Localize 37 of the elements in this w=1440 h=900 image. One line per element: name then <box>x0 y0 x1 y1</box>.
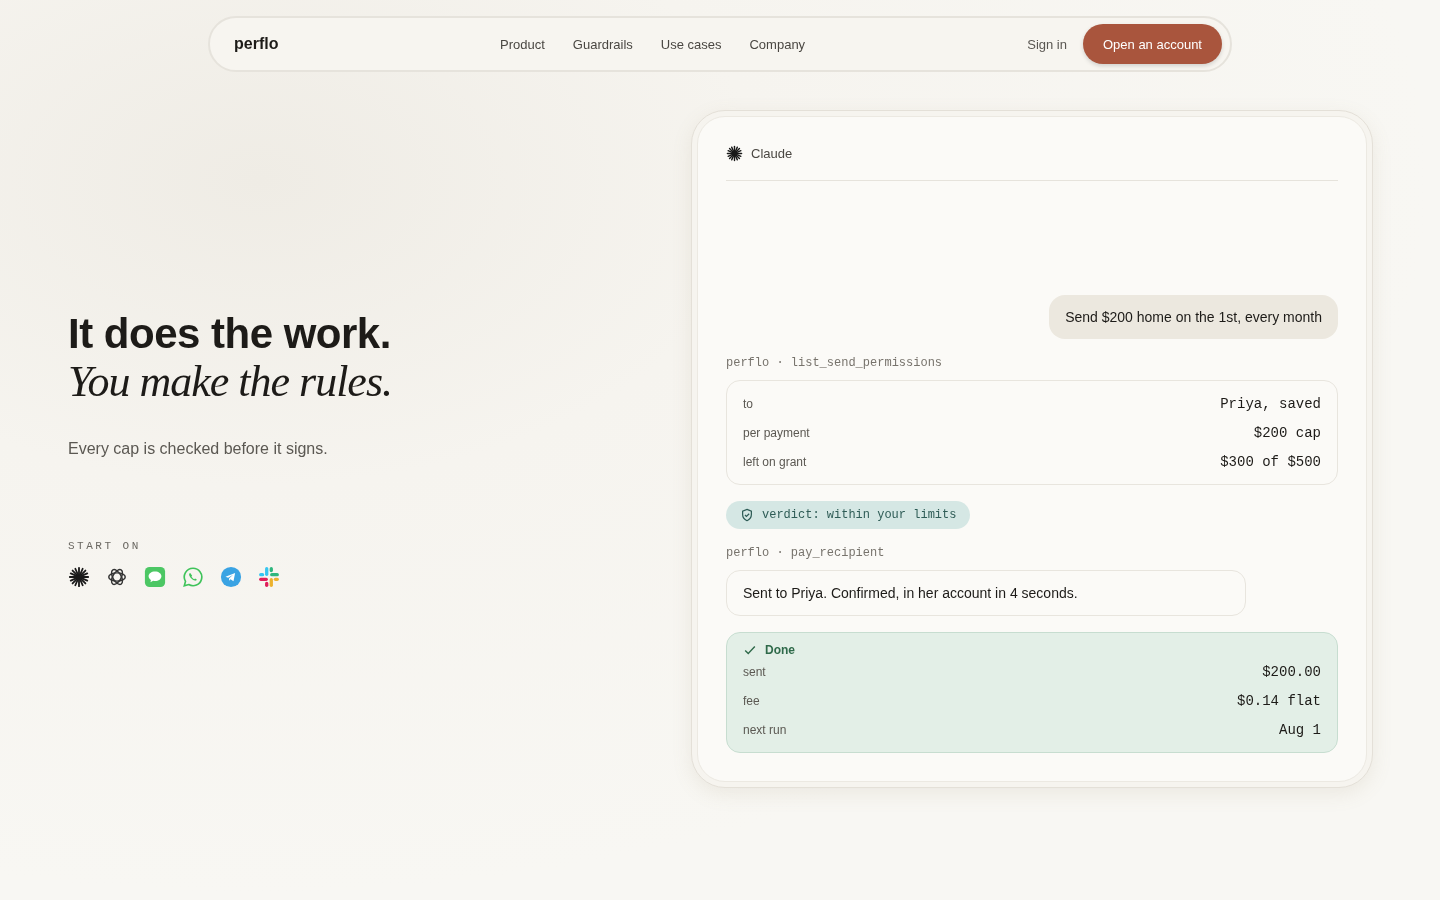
nav-link[interactable]: Use cases <box>660 36 722 52</box>
row-label: next run <box>743 722 787 737</box>
subtitle: Every cap is checked before it signs. <box>68 440 329 458</box>
check-icon <box>743 643 757 657</box>
row-value: Aug 1 <box>1279 721 1321 738</box>
tool-call-label: perflo · pay_recipient <box>726 546 885 560</box>
row-label: sent <box>743 664 766 679</box>
row-label: left on grant <box>743 454 807 469</box>
assistant-reply: Sent to Priya. Confirmed, in her account in 4 seconds. <box>726 570 1246 616</box>
row-label: to <box>743 396 753 411</box>
row-value: $0.14 flat <box>1237 692 1321 709</box>
row-label: per payment <box>743 425 810 440</box>
starburst-icon <box>726 145 743 162</box>
paper-plane-icon[interactable] <box>220 566 242 588</box>
row-value: $200 cap <box>1253 424 1321 441</box>
logo[interactable]: perflo <box>234 35 484 53</box>
tool-call-label: perflo · list_send_permissions <box>726 356 943 370</box>
sign-in-link[interactable]: Sign in <box>1027 36 1067 52</box>
nav-link[interactable]: Product <box>500 36 545 52</box>
verdict-text: verdict: within your limits <box>762 508 957 522</box>
result-title: Done <box>765 643 795 657</box>
row-value: Priya, saved <box>1220 395 1321 412</box>
assistant-name: Claude <box>751 146 793 161</box>
row-label: fee <box>743 693 760 708</box>
headline: It does the work. <box>68 310 392 358</box>
shield-check-icon <box>740 508 754 522</box>
user-message: Send $200 home on the 1st, every month <box>1049 295 1338 339</box>
headline-italic: You make the rules. <box>68 358 394 406</box>
starburst-icon[interactable] <box>68 566 90 588</box>
start-on-label: START ON <box>68 540 142 552</box>
nav-link[interactable]: Company <box>749 36 806 52</box>
row-value: $200.00 <box>1262 663 1321 680</box>
knot-icon[interactable] <box>106 566 128 588</box>
row-value: $300 of $500 <box>1220 453 1321 470</box>
open-account-button[interactable]: Open an account <box>1082 24 1222 64</box>
hash-grid-icon[interactable] <box>258 566 280 588</box>
nav-link[interactable]: Guardrails <box>572 36 633 52</box>
